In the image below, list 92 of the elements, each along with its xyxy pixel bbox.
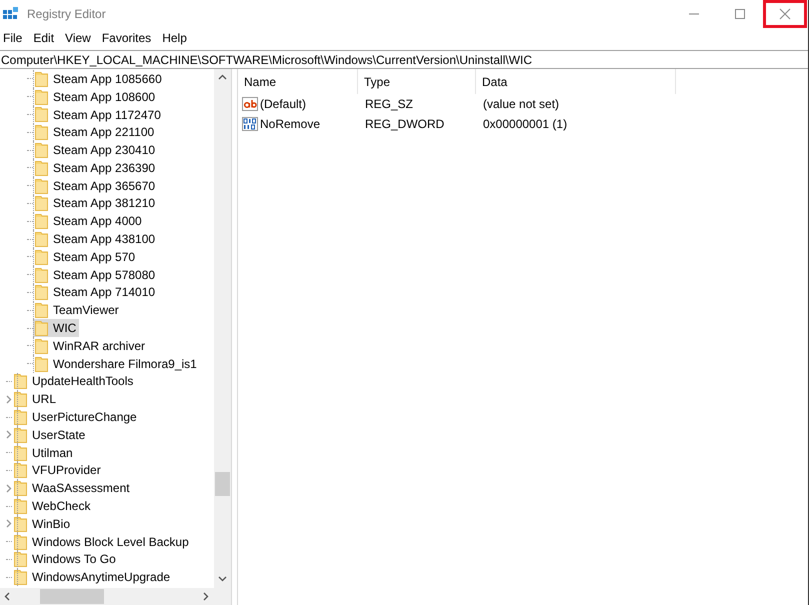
menu-item[interactable]: View: [62, 28, 94, 48]
folder-icon: [14, 516, 27, 532]
column-header[interactable]: Data: [476, 69, 676, 94]
expand-chevron-icon[interactable]: [6, 484, 12, 493]
tree-item[interactable]: UpdateHealthTools: [12, 372, 136, 390]
folder-icon: [14, 462, 27, 478]
scroll-left-icon[interactable]: [4, 592, 10, 601]
value-name[interactable]: NoRemove: [260, 115, 320, 133]
tree-item[interactable]: WinRAR archiver: [33, 336, 148, 355]
scrollbar-thumb[interactable]: [215, 472, 230, 496]
tree-item[interactable]: WaaSAssessment: [12, 479, 133, 498]
tree-item[interactable]: Steam App 1085660: [33, 70, 165, 88]
close-icon: [779, 8, 791, 20]
expand-chevron-icon[interactable]: [6, 430, 12, 440]
folder-icon: [14, 426, 27, 443]
folder-icon: [14, 551, 27, 568]
close-button[interactable]: [763, 0, 807, 28]
folder-icon: [35, 284, 48, 300]
menu-item[interactable]: File: [0, 28, 26, 48]
tree-item[interactable]: Steam App 578080: [33, 266, 158, 284]
folder-icon: [35, 320, 48, 336]
folder-icon: [35, 142, 48, 158]
tree-item[interactable]: TeamViewer: [33, 301, 122, 320]
binary-value-icon: [242, 116, 258, 132]
tree-item[interactable]: Steam App 438100: [33, 230, 158, 248]
folder-icon: [14, 373, 27, 390]
horizontal-scrollbar[interactable]: [0, 588, 231, 605]
folder-icon: [14, 480, 27, 496]
folder-icon: [35, 88, 48, 105]
address-field[interactable]: Computer\HKEY_LOCAL_MACHINE\SOFTWARE\Microsoft\Windows\CurrentVersion\Uninstall\WIC: [0, 50, 808, 69]
string-value-icon: [242, 96, 258, 112]
scroll-down-icon[interactable]: [218, 576, 227, 582]
tree-item[interactable]: UserState: [12, 426, 88, 444]
tree-item[interactable]: WinBio: [12, 514, 74, 533]
vertical-scrollbar[interactable]: [214, 69, 231, 588]
folder-icon: [14, 569, 27, 586]
expand-chevron-icon[interactable]: [6, 519, 12, 528]
folder-icon: [35, 248, 48, 265]
maximize-icon: [735, 9, 745, 19]
folder-icon: [35, 160, 48, 176]
value-data: (value not set): [483, 97, 560, 111]
folder-icon: [14, 409, 27, 426]
folder-icon: [35, 356, 48, 372]
tree-item[interactable]: WebCheck: [12, 497, 94, 515]
tree-item[interactable]: VFUProvider: [12, 462, 104, 480]
value-name[interactable]: (Default): [260, 95, 306, 113]
menu-item[interactable]: Favorites: [98, 28, 154, 48]
tree-item[interactable]: Steam App 365670: [33, 176, 158, 195]
tree-item[interactable]: WIC: [33, 319, 80, 337]
tree-item[interactable]: Wondershare Filmora9_is1: [33, 354, 200, 373]
folder-icon: [35, 302, 48, 318]
folder-icon: [14, 534, 27, 550]
window-title: Registry Editor: [27, 6, 106, 23]
expand-chevron-icon[interactable]: [6, 394, 12, 404]
folder-icon: [35, 70, 48, 87]
tree-item[interactable]: Utilman: [12, 444, 76, 462]
value-type: REG_SZ: [365, 97, 414, 111]
registry-app-icon: [3, 6, 19, 22]
tree-item[interactable]: Steam App 570: [33, 248, 138, 266]
tree-item[interactable]: WindowsAnytimeUpgrade: [12, 568, 174, 586]
folder-icon: [35, 213, 48, 230]
folder-icon: [14, 498, 27, 514]
tree-item[interactable]: Steam App 108600: [33, 88, 158, 106]
tree-item[interactable]: Windows To Go: [12, 550, 119, 568]
value-type: REG_DWORD: [365, 117, 444, 131]
folder-icon: [14, 444, 27, 461]
tree-item[interactable]: Steam App 714010: [33, 284, 158, 302]
scrollbar-thumb[interactable]: [40, 589, 104, 604]
tree-item[interactable]: UserPictureChange: [12, 408, 140, 426]
tree-item[interactable]: Steam App 221100: [33, 123, 158, 142]
folder-icon: [14, 391, 27, 408]
tree-item[interactable]: Windows Block Level Backup: [12, 532, 192, 551]
folder-icon: [35, 338, 48, 354]
tree-item[interactable]: Steam App 230410: [33, 141, 158, 159]
menu-item[interactable]: Help: [159, 28, 190, 48]
menu-item[interactable]: Edit: [30, 28, 58, 48]
scroll-up-icon[interactable]: [218, 74, 227, 80]
folder-icon: [35, 124, 48, 140]
tree-item[interactable]: Steam App 1172470: [33, 106, 164, 124]
folder-icon: [35, 231, 48, 248]
tree-item[interactable]: URL: [12, 390, 60, 408]
scroll-right-icon[interactable]: [203, 592, 209, 601]
folder-icon: [35, 266, 48, 283]
folder-icon: [35, 106, 48, 122]
tree-item[interactable]: Steam App 236390: [33, 158, 158, 177]
tree-item[interactable]: Steam App 381210: [33, 194, 158, 212]
column-header[interactable]: Type: [358, 69, 476, 94]
folder-icon: [35, 178, 48, 194]
column-header[interactable]: Name: [238, 69, 358, 94]
folder-icon: [35, 195, 48, 212]
tree-item[interactable]: Steam App 4000: [33, 212, 145, 230]
value-data: 0x00000001 (1): [483, 117, 568, 131]
